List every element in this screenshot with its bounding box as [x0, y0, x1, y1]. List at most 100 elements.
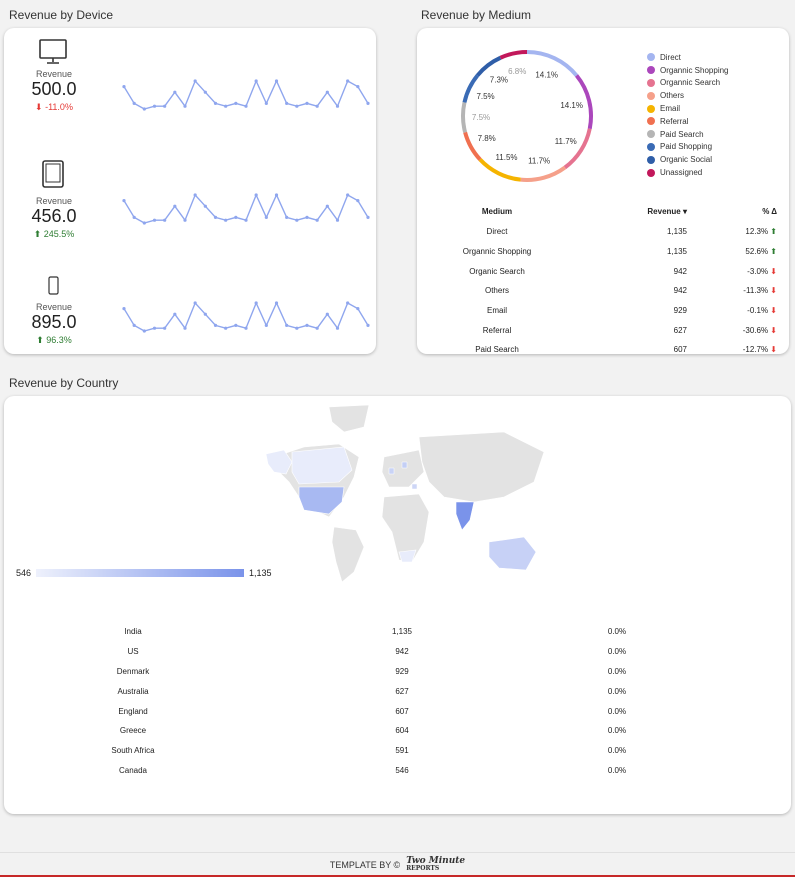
- legend-item[interactable]: Unassigned: [647, 166, 729, 179]
- country-table-row[interactable]: India 1,135 0.0%: [4, 622, 791, 642]
- sparkline-point: [183, 104, 187, 108]
- sparkline-point: [346, 193, 350, 197]
- legend-item[interactable]: Paid Shopping: [647, 141, 729, 154]
- south-africa-shape[interactable]: [398, 549, 417, 563]
- revenue-cell: 942: [395, 647, 409, 657]
- sparkline-point: [122, 199, 126, 203]
- donut-slice-label: 7.5%: [476, 92, 494, 101]
- india-shape[interactable]: [455, 501, 475, 531]
- sparkline-tablet: [122, 193, 370, 225]
- sparkline-point: [132, 101, 136, 105]
- legend-item[interactable]: Referral: [647, 115, 729, 128]
- england-shape[interactable]: [388, 467, 395, 475]
- medium-cell: Email: [486, 306, 507, 316]
- sparkline-point: [356, 199, 360, 203]
- sparkline-point: [142, 329, 146, 333]
- arrow-down-icon: ⬇: [768, 325, 777, 335]
- device-metric-value: 500.0: [31, 79, 77, 99]
- legend-swatch: [647, 155, 655, 164]
- medium-table-row[interactable]: Organic Search 942 -3.0% ⬇: [417, 261, 789, 281]
- medium-cell: Paid Search: [475, 345, 519, 354]
- sparkline-point: [285, 323, 289, 327]
- revenue-cell: 546: [395, 765, 409, 775]
- delta-cell: 0.0%: [607, 706, 627, 716]
- medium-table-row[interactable]: Direct 1,135 12.3% ⬆: [417, 222, 789, 242]
- sparkline-point: [234, 215, 238, 219]
- legend-item[interactable]: Direct: [647, 51, 729, 64]
- revenue-cell: 929: [673, 306, 687, 316]
- canada-shape[interactable]: [291, 446, 353, 485]
- country-table-row[interactable]: US 942 0.0%: [4, 642, 791, 662]
- legend-swatch: [647, 117, 655, 126]
- delta-cell: -30.6% ⬇: [687, 326, 777, 335]
- delta-cell: -3.0% ⬇: [687, 267, 777, 276]
- sparkline-point: [213, 323, 218, 327]
- device-card: Revenue 500.0 ⬇ -11.0% Revenue 456.0 ⬆ 2…: [4, 28, 376, 354]
- donut-slice[interactable]: [499, 50, 528, 60]
- medium-table-row[interactable]: Paid Search 607 -12.7% ⬇: [417, 340, 789, 354]
- country-table-row[interactable]: Greece 604 0.0%: [4, 721, 791, 741]
- medium-table-row[interactable]: Email 929 -0.1% ⬇: [417, 301, 789, 321]
- device-metric-delta: ⬆ 245.5%: [33, 229, 75, 239]
- sparkline-point: [325, 312, 329, 316]
- us-shape[interactable]: [298, 486, 345, 515]
- sparkline-point: [356, 307, 360, 311]
- sparkline-point: [244, 218, 248, 222]
- revenue-cell: 929: [395, 666, 409, 676]
- legend-item[interactable]: Organnic Shopping: [647, 64, 729, 77]
- sparkline-point: [142, 221, 146, 225]
- denmark-shape[interactable]: [401, 461, 408, 469]
- sparkline-point: [264, 323, 268, 327]
- australia-shape[interactable]: [488, 536, 537, 571]
- sparkline-point: [346, 301, 350, 305]
- donut-slice[interactable]: [520, 165, 567, 182]
- medium-table-row[interactable]: Referral 627 -30.6% ⬇: [417, 320, 789, 340]
- donut-slice-label: 6.8%: [508, 67, 526, 76]
- donut-slice[interactable]: [461, 102, 468, 133]
- revenue-cell: 607: [673, 345, 687, 354]
- medium-table-row[interactable]: Others 942 -11.3% ⬇: [417, 281, 789, 301]
- device-row-tablet: Revenue 456.0 ⬆ 245.5%: [4, 140, 376, 240]
- legend-item[interactable]: Paid Search: [647, 128, 729, 141]
- header-medium[interactable]: Medium: [417, 207, 577, 216]
- medium-table-row[interactable]: Organnic Shopping 1,135 52.6% ⬆: [417, 242, 789, 262]
- revenue-cell: 1,135: [666, 247, 687, 257]
- arrow-down-icon: ⬇: [768, 306, 777, 316]
- country-table-row[interactable]: Australia 627 0.0%: [4, 681, 791, 701]
- revenue-cell: 607: [395, 706, 409, 716]
- sparkline-point: [173, 90, 177, 94]
- country-table-row[interactable]: England 607 0.0%: [4, 701, 791, 721]
- sparkline-point: [274, 79, 279, 83]
- country-cell: South Africa: [111, 746, 155, 756]
- donut-slice[interactable]: [475, 55, 502, 77]
- delta-value: 52.6%: [745, 247, 769, 257]
- delta-cell: 0.0%: [607, 765, 627, 775]
- donut-slice[interactable]: [563, 128, 592, 170]
- donut-slice[interactable]: [478, 158, 521, 182]
- two-minute-reports-logo[interactable]: Two Minute REPORTS: [406, 857, 465, 873]
- header-revenue[interactable]: Revenue ▾: [577, 207, 687, 216]
- revenue-cell: 604: [395, 726, 409, 736]
- greece-shape[interactable]: [411, 483, 418, 490]
- device-metric-delta: ⬆ 96.3%: [36, 335, 72, 345]
- sparkline-point: [163, 218, 167, 222]
- sparkline-point: [315, 104, 319, 108]
- delta-cell: -0.1% ⬇: [687, 306, 777, 315]
- legend-item[interactable]: Organic Social: [647, 153, 729, 166]
- sparkline-point: [224, 218, 228, 222]
- legend-item[interactable]: Email: [647, 102, 729, 115]
- legend-item[interactable]: Organnic Search: [647, 77, 729, 90]
- country-table-row[interactable]: Canada 546 0.0%: [4, 761, 791, 781]
- delta-value: -30.6%: [742, 325, 769, 335]
- delta-cell: 0.0%: [607, 686, 627, 696]
- delta-value: -3.0%: [747, 266, 769, 276]
- country-table-row[interactable]: Denmark 929 0.0%: [4, 662, 791, 682]
- delta-value: 12.3%: [745, 227, 769, 237]
- header-delta[interactable]: % Δ: [687, 207, 777, 216]
- sparkline-point: [305, 215, 309, 219]
- device-metric-label: Revenue: [35, 196, 73, 206]
- sparkline-point: [122, 307, 126, 311]
- legend-item[interactable]: Others: [647, 89, 729, 102]
- sparkline-point: [356, 85, 360, 89]
- country-table-row[interactable]: South Africa 591 0.0%: [4, 741, 791, 761]
